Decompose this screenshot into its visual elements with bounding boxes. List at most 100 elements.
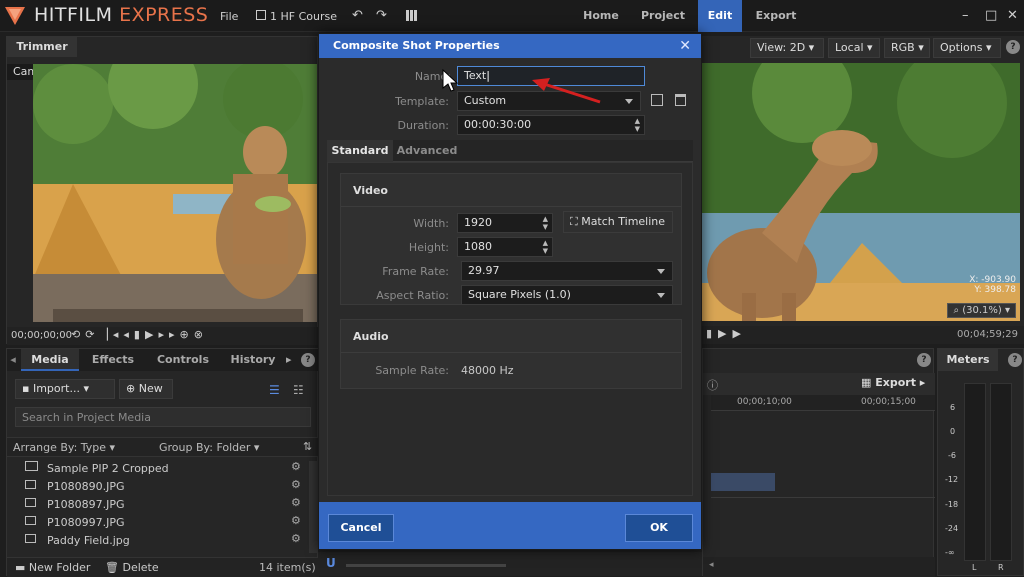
group-by-dropdown[interactable]: Group By: Folder ▾	[159, 441, 259, 454]
aspect-ratio-dropdown[interactable]: Square Pixels (1.0)	[461, 285, 673, 305]
gear-icon[interactable]: ⚙	[291, 514, 301, 527]
image-icon	[25, 516, 36, 525]
list-item[interactable]: Sample PIP 2 Cropped ⚙	[7, 459, 307, 477]
cancel-button[interactable]: Cancel	[328, 514, 394, 542]
width-input[interactable]: 1920 ▲ ▼	[457, 213, 553, 233]
height-input[interactable]: 1080 ▲ ▼	[457, 237, 553, 257]
export-button[interactable]: ▦ Export ▸	[861, 376, 925, 389]
help-icon[interactable]: ?	[1006, 40, 1020, 54]
minimize-button[interactable]: –	[962, 8, 969, 23]
menu-file[interactable]: File	[220, 10, 238, 23]
new-button[interactable]: ⊕ New	[119, 379, 173, 399]
scroll-left-icon[interactable]: ◂	[7, 349, 19, 371]
audio-section: Audio Sample Rate: 48000 Hz	[340, 319, 682, 389]
zoom-slider[interactable]	[346, 564, 506, 567]
ok-button[interactable]: OK	[625, 514, 693, 542]
meter-scale-label: -6	[948, 451, 956, 460]
tab-project[interactable]: Project	[633, 0, 693, 32]
duration-input[interactable]: 00:00:30:00 ▲ ▼	[457, 115, 645, 135]
new-folder-button[interactable]: ▬ New Folder	[15, 561, 90, 574]
list-item[interactable]: P1080997.JPG ⚙	[7, 513, 307, 531]
tab-home[interactable]: Home	[576, 0, 626, 32]
import-button[interactable]: ▪ Import... ▾	[15, 379, 115, 399]
media-item-name: P1080890.JPG	[47, 480, 125, 493]
spinner-icon[interactable]: ▲ ▼	[543, 239, 548, 255]
tab-standard[interactable]: Standard	[327, 140, 393, 162]
save-icon[interactable]	[256, 10, 266, 20]
tab-controls[interactable]: Controls	[147, 349, 219, 371]
dialog-footer: Cancel OK	[319, 502, 701, 549]
tab-effects[interactable]: Effects	[81, 349, 145, 371]
media-help-icon[interactable]: ?	[301, 353, 315, 367]
media-scrollbar[interactable]	[309, 461, 317, 553]
frame-rate-dropdown[interactable]: 29.97	[461, 261, 673, 281]
delete-template-icon[interactable]	[675, 94, 686, 106]
media-item-name: P1080997.JPG	[47, 516, 125, 529]
view-mode-dropdown[interactable]: View: 2D ▾	[750, 38, 824, 58]
timeline-scroll-left[interactable]: ◂	[709, 560, 714, 570]
tab-advanced[interactable]: Advanced	[393, 140, 461, 162]
tab-edit[interactable]: Edit	[698, 0, 742, 32]
spinner-icon[interactable]: ▲ ▼	[635, 117, 640, 133]
save-template-icon[interactable]	[651, 94, 663, 106]
grid-icon[interactable]	[406, 10, 417, 21]
viewer-timecode-end: 00;04;59;29	[956, 329, 1018, 340]
list-item[interactable]: P1080897.JPG ⚙	[7, 495, 307, 513]
width-label: Width:	[413, 217, 449, 230]
gear-icon[interactable]: ⚙	[291, 496, 301, 509]
arrange-by-dropdown[interactable]: Arrange By: Type ▾	[13, 441, 115, 454]
gear-icon[interactable]: ⚙	[291, 532, 301, 545]
tab-media[interactable]: Media	[21, 349, 79, 371]
meter-scale-label: -12	[945, 475, 959, 484]
timeline-bottom-strip: U	[318, 552, 702, 576]
trimmer-panel: Trimmer Camel 2.MTS 00;00;00;00 ⟲⟳▕◂◂▮▶▸…	[6, 36, 319, 345]
space-dropdown[interactable]: Local ▾	[828, 38, 880, 58]
section-divider	[341, 206, 681, 207]
scroll-right-icon[interactable]: ▸	[286, 349, 296, 371]
tab-history[interactable]: History	[221, 349, 285, 371]
chevron-down-icon	[625, 99, 633, 104]
composite-icon	[25, 461, 38, 471]
meters-title: Meters	[938, 349, 998, 371]
delete-button[interactable]: 🗑 Delete	[105, 561, 159, 574]
zoom-dropdown[interactable]: ⌕ (30.1%) ▾	[947, 303, 1016, 318]
media-search-input[interactable]: Search in Project Media	[15, 407, 311, 427]
dialog-close-icon[interactable]: ✕	[679, 34, 691, 58]
timeline-ruler[interactable]: 00;00;10;00 00;00;15;00	[711, 395, 935, 411]
spinner-icon[interactable]: ▲ ▼	[543, 215, 548, 231]
close-button[interactable]: ✕	[1007, 8, 1018, 23]
channel-dropdown[interactable]: RGB ▾	[884, 38, 930, 58]
magnet-icon[interactable]: U	[326, 556, 336, 570]
transport-controls[interactable]: ⟲⟳▕◂◂▮▶▸▸⊕⊗	[71, 328, 208, 341]
timeline-clip[interactable]	[711, 473, 775, 491]
list-item[interactable]: Paddy Field.jpg ⚙	[7, 531, 307, 549]
timeline-help-icon[interactable]: ?	[917, 353, 931, 367]
timeline-scrollbar[interactable]: ◂ ▸	[703, 557, 970, 577]
video-heading: Video	[353, 184, 388, 197]
dialog-title: Composite Shot Properties	[319, 34, 701, 58]
gear-icon[interactable]: ⚙	[291, 460, 301, 473]
list-view-icon[interactable]: ☰	[269, 383, 280, 397]
maximize-button[interactable]: □	[985, 8, 997, 23]
tab-export[interactable]: Export	[748, 0, 804, 32]
sample-rate-value: 48000 Hz	[461, 364, 514, 377]
name-label: Name:	[414, 70, 451, 83]
tab-trimmer[interactable]: Trimmer	[7, 37, 77, 57]
sort-icon[interactable]: ⇅	[303, 440, 312, 453]
menu-project-name[interactable]: 1 HF Course	[270, 10, 337, 23]
match-timeline-button[interactable]: ⛶ Match Timeline	[563, 211, 673, 233]
undo-icon[interactable]: ↶	[352, 8, 363, 23]
timeline-header: ⓘ ▦ Export ▸	[703, 373, 935, 395]
coord-readout: X: -903.90 Y: 398.78	[969, 275, 1016, 295]
camel-image-left	[33, 64, 317, 322]
gear-icon[interactable]: ⚙	[291, 478, 301, 491]
redo-icon[interactable]: ↷	[376, 8, 387, 23]
red-annotation-arrow-icon	[442, 68, 601, 104]
list-item[interactable]: P1080890.JPG ⚙	[7, 477, 307, 495]
detail-view-icon[interactable]: ☷	[293, 383, 304, 397]
viewer-play-controls[interactable]: ▮▶▶	[706, 327, 747, 340]
standard-tab-content: Video Width: 1920 ▲ ▼ ⛶ Match Timeline Hei…	[327, 162, 693, 496]
media-item-name: P1080897.JPG	[47, 498, 125, 511]
options-dropdown[interactable]: Options ▾	[933, 38, 1001, 58]
meters-help-icon[interactable]: ?	[1008, 353, 1022, 367]
